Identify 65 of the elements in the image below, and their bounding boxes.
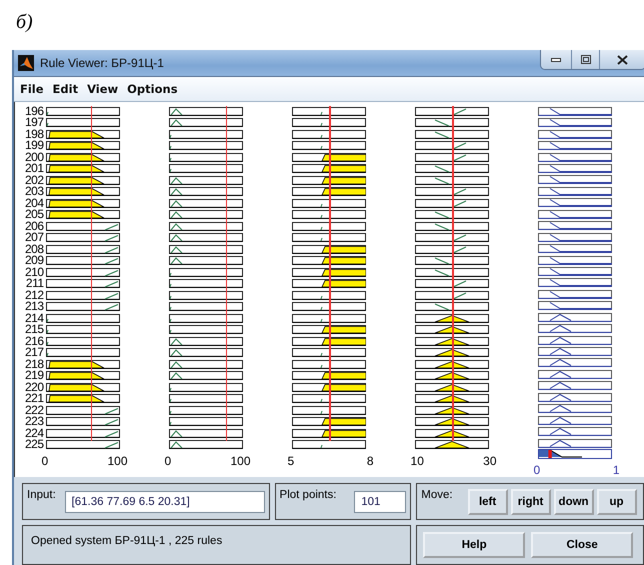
rule-number: 218 (25, 358, 44, 370)
rule-number: 211 (25, 278, 44, 290)
rule-number: 222 (25, 404, 44, 416)
rule-number: 204 (25, 198, 44, 210)
menu-item[interactable]: View (87, 82, 118, 96)
rule-number: 202 (25, 174, 44, 186)
rule-number: 201 (25, 163, 44, 175)
rule-number: 205 (25, 209, 44, 221)
rule-number: 214 (25, 312, 44, 324)
rule-number: 215 (25, 324, 44, 336)
move-button[interactable]: up (596, 488, 637, 514)
menu-item[interactable]: File (20, 82, 44, 96)
input-field[interactable]: [61.36 77.69 6.5 20.31] (64, 490, 265, 512)
window-title: Rule Viewer: БР-91Ц-1 (40, 56, 165, 70)
rule-number: 212 (25, 290, 44, 302)
axis-label: 0 (164, 454, 172, 468)
plot-points-field[interactable]: 101 (354, 490, 406, 512)
rule-number: 210 (25, 266, 44, 278)
input-label: Input: (27, 489, 56, 501)
rule-number: 216 (25, 336, 44, 348)
move-button[interactable]: left (468, 488, 508, 514)
close-button[interactable] (599, 50, 644, 69)
axis-label: 8 (366, 454, 374, 468)
rule-number: 206 (25, 220, 44, 232)
menu-item[interactable]: Options (127, 82, 178, 96)
close-icon (617, 54, 628, 64)
axis-label: 30 (483, 454, 497, 468)
axis-label: 100 (108, 454, 128, 468)
rule-number: 197 (25, 117, 44, 129)
move-button[interactable]: right (510, 488, 551, 514)
rule-number: 213 (25, 301, 44, 313)
plot-points-label: Plot points: (280, 489, 336, 501)
rule-number: 199 (25, 140, 44, 152)
rule-number: 225 (25, 439, 44, 451)
rule-number: 224 (25, 428, 44, 440)
axis-label: 0 (534, 463, 540, 477)
status-text: Opened system БР-91Ц-1 , 225 rules (31, 535, 222, 547)
close-dialog-button[interactable]: Close (531, 532, 634, 558)
axis-label: 1 (612, 463, 620, 477)
rule-number: 220 (25, 382, 44, 394)
minimize-button[interactable] (541, 50, 571, 69)
axis-label: 5 (288, 454, 294, 468)
axis-label: 10 (410, 454, 424, 468)
rule-number: 208 (25, 244, 44, 256)
rule-number: 200 (25, 152, 44, 164)
figure-caption: б) (16, 10, 33, 35)
rule-number: 198 (25, 128, 44, 140)
rule-number: 217 (25, 347, 44, 359)
move-label: Move: (421, 489, 453, 501)
rule-number: 223 (25, 416, 44, 428)
maximize-button[interactable] (571, 50, 599, 69)
rule-number: 207 (25, 232, 44, 244)
rule-number: 221 (25, 393, 44, 405)
rule-number: 203 (25, 186, 44, 198)
move-button[interactable]: down (554, 488, 594, 514)
rule-number: 196 (25, 106, 44, 118)
axis-label: 0 (42, 454, 48, 468)
app-logo-icon (18, 54, 34, 71)
maximize-icon (580, 55, 590, 64)
axis-label: 100 (230, 454, 251, 468)
rule-number: 209 (25, 255, 44, 267)
menu-item[interactable]: Edit (52, 82, 78, 96)
help-button[interactable]: Help (423, 532, 526, 558)
rule-number: 219 (25, 370, 44, 382)
minimize-icon (551, 58, 561, 62)
